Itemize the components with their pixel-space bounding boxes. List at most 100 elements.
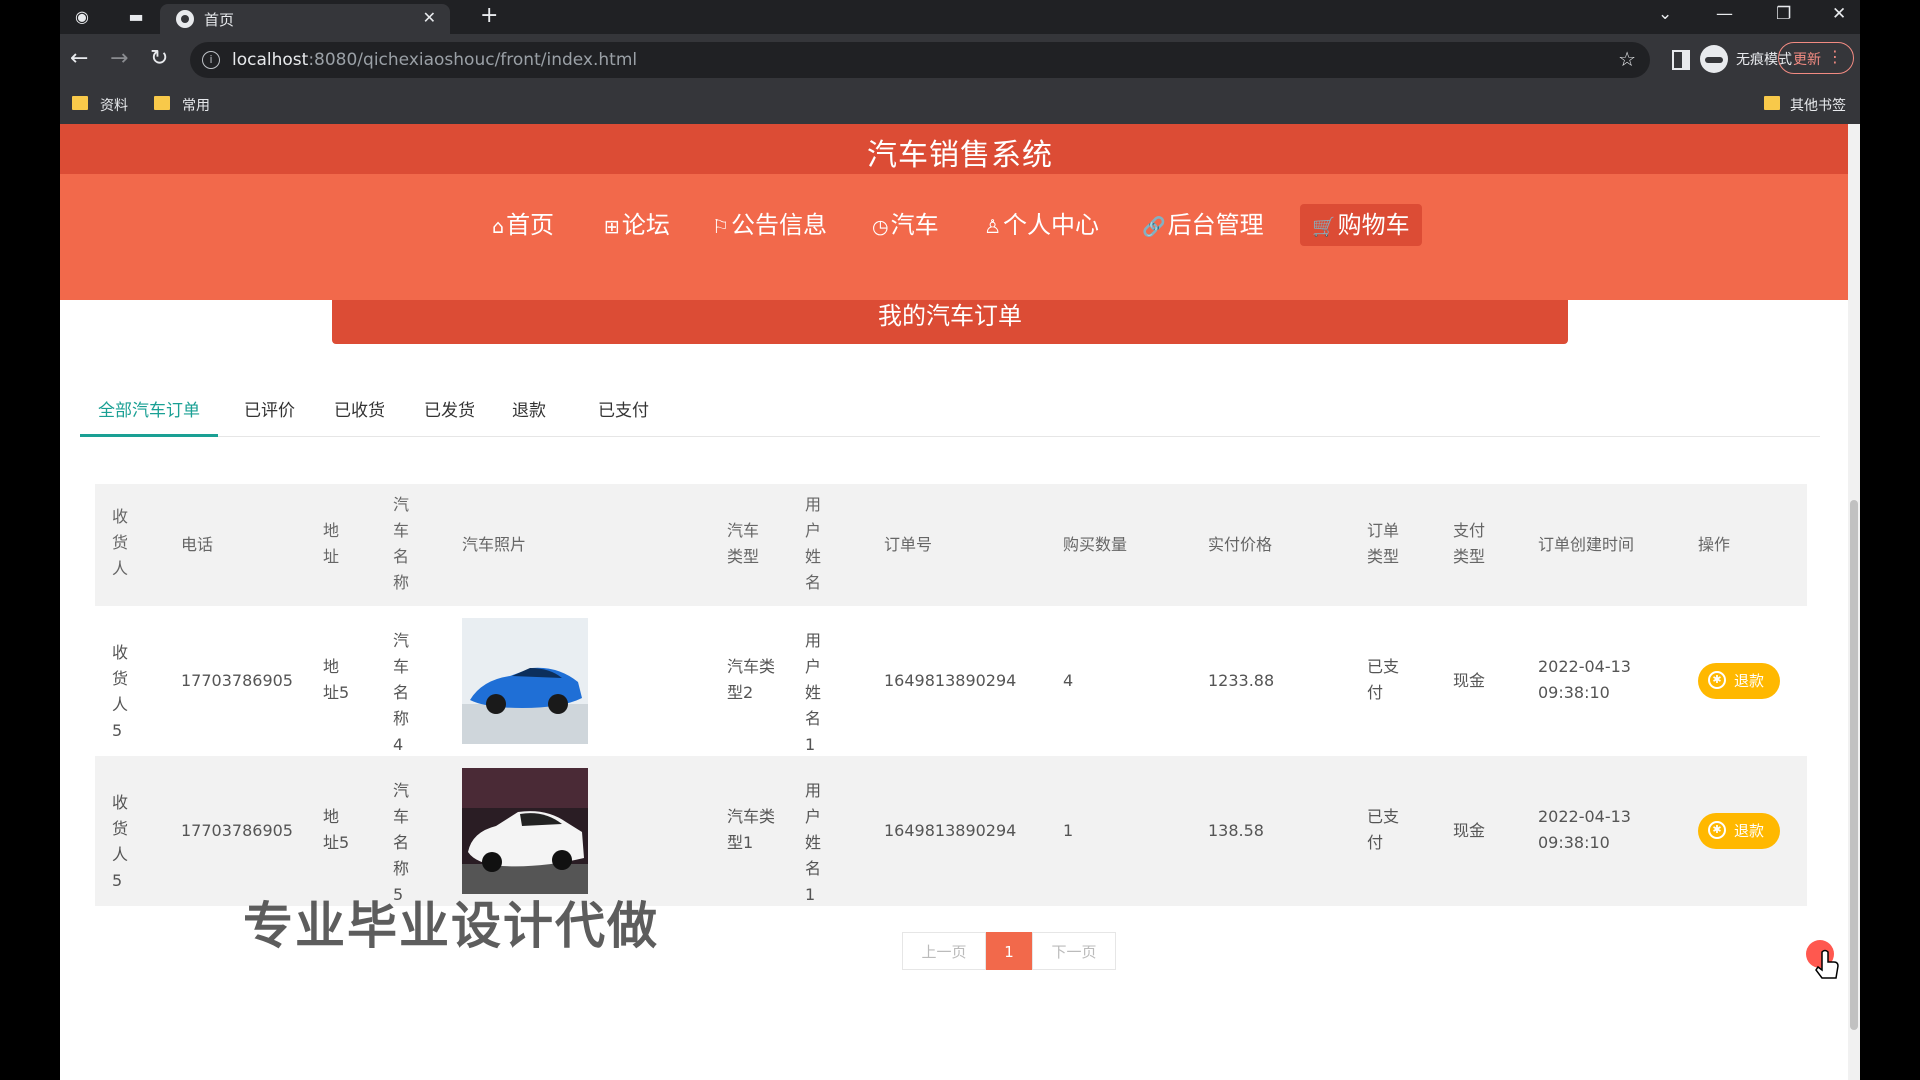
web-page: 汽车销售系统 ⌂首页 ⊞论坛 ⚐公告信息 ◷汽车 ♙个人中心 🔗后台管理 🛒购物… xyxy=(60,124,1860,1080)
minimize-icon[interactable]: — xyxy=(1716,4,1733,24)
folder-icon xyxy=(154,96,170,110)
forward-icon[interactable]: → xyxy=(110,46,128,72)
browser-window: ◉ ▬ 首页 ✕ + ⌄ — ❐ ✕ ← → ↻ i localhost:808… xyxy=(60,0,1860,1080)
browser-toolbar: ← → ↻ i localhost:8080/qichexiaoshouc/fr… xyxy=(60,34,1860,86)
main-nav: ⌂首页 ⊞论坛 ⚐公告信息 ◷汽车 ♙个人中心 🔗后台管理 🛒购物车 xyxy=(60,174,1860,300)
tab-search-icon[interactable]: ▬ xyxy=(126,7,146,27)
car-image-blue xyxy=(462,618,588,744)
update-label: 更新 xyxy=(1793,52,1821,68)
new-tab-icon[interactable]: + xyxy=(480,3,498,28)
nav-notice[interactable]: ⚐公告信息 xyxy=(712,204,827,246)
header-receiver: 收货人 xyxy=(112,507,129,578)
cell-order-type: 已支付 xyxy=(1367,657,1400,702)
tab-title: 首页 xyxy=(204,11,235,29)
refund-icon: ✱ xyxy=(1708,821,1726,839)
flag-icon: ⚐ xyxy=(712,216,730,238)
nav-admin[interactable]: 🔗后台管理 xyxy=(1142,204,1264,246)
cart-icon: 🛒 xyxy=(1312,216,1336,238)
tab-all-orders[interactable]: 全部汽车订单 xyxy=(80,394,218,437)
header-user-name: 用户姓名 xyxy=(805,495,822,592)
back-icon[interactable]: ← xyxy=(70,46,88,72)
header-order-no: 订单号 xyxy=(884,535,933,554)
page-title-banner: 我的汽车订单 xyxy=(332,300,1568,344)
close-window-icon[interactable]: ✕ xyxy=(1832,4,1846,24)
nav-car[interactable]: ◷汽车 xyxy=(872,204,939,246)
tab-shipped[interactable]: 已发货 xyxy=(424,394,475,434)
cell-order-no: 1649813890294 xyxy=(884,671,1017,690)
cell-quantity: 1 xyxy=(1063,821,1074,840)
header-created-time: 订单创建时间 xyxy=(1538,535,1635,554)
folder-icon xyxy=(1764,96,1780,110)
cell-quantity: 4 xyxy=(1063,671,1074,690)
tab-paid[interactable]: 已支付 xyxy=(598,394,649,434)
table-row: 收货人5 17703786905 地址5 汽车名称5 汽车类型1 用户姓名1 1… xyxy=(95,756,1807,906)
page-scrollbar[interactable] xyxy=(1848,124,1860,1080)
bookmarks-bar: 资料 常用 其他书签 xyxy=(60,86,1860,125)
table-row: 收货人5 17703786905 地址5 汽车名称4 汽车类型2 用户姓名1 1… xyxy=(95,606,1807,756)
site-title: 汽车销售系统 xyxy=(867,138,1053,173)
cell-price: 138.58 xyxy=(1208,821,1264,840)
home-icon: ⌂ xyxy=(492,216,505,238)
tab-received[interactable]: 已收货 xyxy=(334,394,385,434)
close-tab-icon[interactable]: ✕ xyxy=(423,8,436,27)
nav-forum[interactable]: ⊞论坛 xyxy=(604,204,670,246)
cell-address: 地址5 xyxy=(323,807,350,852)
car-photo[interactable] xyxy=(462,768,588,894)
link-icon: 🔗 xyxy=(1142,216,1166,238)
refund-label: 退款 xyxy=(1734,822,1765,840)
tab-list-icon[interactable]: ⌄ xyxy=(1658,4,1672,24)
bookmark-star-icon[interactable]: ☆ xyxy=(1618,47,1636,71)
header-quantity: 购买数量 xyxy=(1063,535,1128,554)
cell-car-type: 汽车类型1 xyxy=(727,807,776,852)
bookmark-other[interactable]: 其他书签 xyxy=(1790,95,1846,115)
cell-created-date: 2022-04-13 xyxy=(1538,657,1631,676)
cell-receiver: 收货人5 xyxy=(112,643,129,740)
refund-button[interactable]: ✱ 退款 xyxy=(1698,663,1780,699)
hand-cursor-icon xyxy=(1806,940,1839,979)
site-header: 汽车销售系统 xyxy=(60,124,1860,174)
prev-page-button[interactable]: 上一页 xyxy=(902,932,986,970)
header-address: 地址 xyxy=(323,521,340,566)
header-order-type: 订单类型 xyxy=(1367,521,1400,566)
tab-strip: ◉ ▬ 首页 ✕ + ⌄ — ❐ ✕ xyxy=(60,0,1860,34)
cell-pay-type: 现金 xyxy=(1453,671,1486,690)
next-page-button[interactable]: 下一页 xyxy=(1032,932,1116,970)
browser-menu-icon[interactable]: ◉ xyxy=(72,7,92,27)
cell-user-name: 用户姓名1 xyxy=(805,781,822,904)
cell-user-name: 用户姓名1 xyxy=(805,631,822,754)
car-image-white xyxy=(462,768,588,894)
update-button[interactable]: 更新 ⋮ xyxy=(1778,42,1854,74)
header-car-photo: 汽车照片 xyxy=(462,535,527,554)
cell-pay-type: 现金 xyxy=(1453,821,1486,840)
incognito-icon xyxy=(1700,45,1728,73)
car-photo[interactable] xyxy=(462,618,588,744)
tab-refund[interactable]: 退款 xyxy=(512,394,546,434)
cell-created-time: 09:38:10 xyxy=(1538,833,1610,852)
tab-reviewed[interactable]: 已评价 xyxy=(244,394,295,434)
restore-icon[interactable]: ❐ xyxy=(1776,4,1791,24)
header-car-name: 汽车名称 xyxy=(393,495,410,592)
reload-icon[interactable]: ↻ xyxy=(150,46,168,72)
bookmark-ziliao[interactable]: 资料 xyxy=(100,95,128,115)
site-info-icon[interactable]: i xyxy=(202,51,220,69)
refund-icon: ✱ xyxy=(1708,671,1726,689)
refund-button[interactable]: ✱ 退款 xyxy=(1698,813,1780,849)
bookmark-changyong[interactable]: 常用 xyxy=(182,95,210,115)
header-action: 操作 xyxy=(1698,535,1731,554)
url-text[interactable]: localhost:8080/qichexiaoshouc/front/inde… xyxy=(232,50,637,70)
cell-price: 1233.88 xyxy=(1208,671,1275,690)
address-bar[interactable]: i localhost:8080/qichexiaoshouc/front/in… xyxy=(190,42,1650,78)
nav-home[interactable]: ⌂首页 xyxy=(492,204,554,246)
table-header: 收货人 电话 地址 汽车名称 汽车照片 汽车类型 用户姓名 订单号 购买数量 实… xyxy=(95,484,1807,606)
nav-cart[interactable]: 🛒购物车 xyxy=(1300,204,1422,246)
clock-icon: ◷ xyxy=(872,216,889,238)
page-1-button[interactable]: 1 xyxy=(986,932,1032,970)
header-pay-type: 支付类型 xyxy=(1453,521,1486,566)
scrollbar-thumb[interactable] xyxy=(1850,500,1858,1030)
nav-personal-center[interactable]: ♙个人中心 xyxy=(984,204,1099,246)
globe-icon xyxy=(176,10,194,28)
page-title: 我的汽车订单 xyxy=(878,302,1022,330)
forum-icon: ⊞ xyxy=(604,216,620,238)
browser-tab[interactable]: 首页 ✕ xyxy=(160,4,450,34)
side-panel-icon[interactable] xyxy=(1672,50,1690,70)
